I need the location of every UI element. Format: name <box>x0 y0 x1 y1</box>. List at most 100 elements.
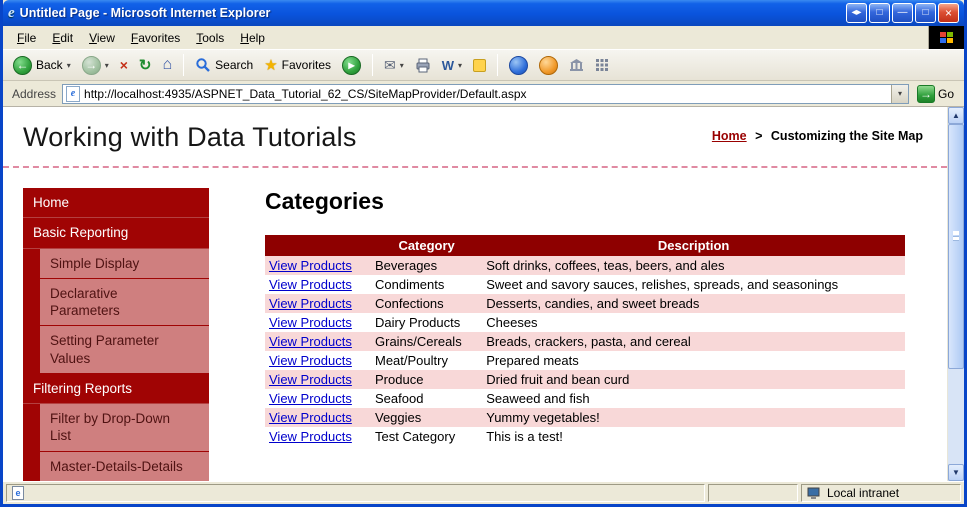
breadcrumb-home-link[interactable]: Home <box>712 129 747 143</box>
view-products-link[interactable]: View Products <box>269 315 352 330</box>
search-button[interactable]: Search <box>191 55 257 75</box>
research-icon <box>539 55 559 75</box>
description-cell: Soft drinks, coffees, teas, beers, and a… <box>486 258 725 273</box>
toolbar-separator <box>183 54 185 76</box>
back-button[interactable]: ← Back ▾ <box>9 54 75 77</box>
menu-item[interactable]: File <box>9 28 44 48</box>
sidebar-item[interactable]: Master-Details-Details <box>40 451 209 481</box>
description-cell: Sweet and savory sauces, relishes, sprea… <box>486 277 839 292</box>
view-products-link[interactable]: View Products <box>269 372 352 387</box>
refresh-button[interactable]: ↻ <box>135 54 156 76</box>
favorites-label: Favorites <box>281 58 331 72</box>
favorites-button[interactable]: ★ Favorites <box>260 54 335 76</box>
menu-item[interactable]: View <box>81 28 123 48</box>
vertical-scrollbar[interactable]: ▲ ▼ <box>947 107 964 481</box>
back-label: Back <box>36 58 63 72</box>
grid-button[interactable] <box>591 56 613 74</box>
discuss-button[interactable] <box>469 57 490 74</box>
sidebar-item[interactable]: Declarative Parameters <box>40 278 209 327</box>
menubar: File Edit View Favorites Tools Help <box>3 26 964 50</box>
link-cell: View Products <box>265 389 371 408</box>
ie-logo-icon: e <box>8 4 15 21</box>
status-message-section: e <box>6 484 705 502</box>
categories-table-head: Category Description <box>265 235 905 256</box>
titlebar-window-button[interactable]: □ <box>869 3 890 23</box>
table-row: View Products Grains/Cereals Breads, cra… <box>265 332 905 351</box>
research-button[interactable] <box>535 54 562 77</box>
description-cell: Cheeses <box>486 315 538 330</box>
sidebar-item[interactable]: Setting Parameter Values <box>40 326 209 374</box>
table-row: View Products Veggies Yummy vegetables! <box>265 408 905 427</box>
discuss-icon <box>473 58 487 72</box>
maximize-button[interactable]: □ <box>915 3 936 23</box>
view-products-link[interactable]: View Products <box>269 277 352 292</box>
address-dropdown-button[interactable]: ▾ <box>890 84 908 103</box>
media-button[interactable]: ▸ <box>338 54 365 77</box>
category-cell: Test Category <box>375 429 456 444</box>
link-cell: View Products <box>265 408 371 427</box>
link-cell: View Products <box>265 294 371 313</box>
sites-button[interactable] <box>565 56 588 74</box>
minimize-button[interactable]: — <box>892 3 913 23</box>
home-button[interactable]: ⌂ <box>158 54 176 76</box>
description-cell: Prepared meats <box>486 353 579 368</box>
menu-item[interactable]: Favorites <box>123 28 188 48</box>
category-cell: Grains/Cereals <box>375 334 462 349</box>
header-row: Category Description <box>265 235 905 256</box>
messenger-button[interactable] <box>505 54 532 77</box>
mail-button[interactable]: ✉ ▾ <box>380 55 408 76</box>
svg-text:e: e <box>15 488 20 498</box>
view-products-link[interactable]: View Products <box>269 410 352 425</box>
close-button[interactable]: × <box>938 3 959 23</box>
window-title: Untitled Page - Microsoft Internet Explo… <box>19 6 271 20</box>
category-cell: Produce <box>375 372 424 387</box>
view-products-link[interactable]: View Products <box>269 296 352 311</box>
table-row: View Products Beverages Soft drinks, cof… <box>265 256 905 275</box>
sidebar-item[interactable]: Filter by Drop-Down List <box>40 404 209 452</box>
address-input[interactable] <box>84 84 887 103</box>
titlebar-buttons: ◂▸ □ — □ × <box>846 3 959 23</box>
description-cell: Yummy vegetables! <box>486 410 600 425</box>
edit-button[interactable]: W ▾ <box>438 56 466 75</box>
table-header-cell <box>265 235 371 256</box>
link-cell: View Products <box>265 351 371 370</box>
breadcrumb-current: Customizing the Site Map <box>770 129 923 143</box>
titlebar-arrows-button[interactable]: ◂▸ <box>846 3 867 23</box>
link-cell: View Products <box>265 370 371 389</box>
table-row: View Products Produce Dried fruit and be… <box>265 370 905 389</box>
page-title: Categories <box>265 188 384 214</box>
back-icon: ← <box>13 55 32 75</box>
status-progress-section <box>708 484 798 502</box>
description-cell: Seaweed and fish <box>486 391 590 406</box>
sidebar-item[interactable]: Simple Display <box>40 248 209 279</box>
sidebar-item[interactable]: Basic Reporting <box>23 218 209 249</box>
forward-button[interactable]: → ▾ <box>78 54 113 77</box>
menu-item[interactable]: Edit <box>44 28 81 48</box>
menu-item[interactable]: Help <box>232 28 273 48</box>
scrollbar-track[interactable] <box>948 124 964 464</box>
scroll-down-button[interactable]: ▼ <box>948 464 964 481</box>
edit-dropdown-icon: ▾ <box>458 60 463 70</box>
security-zone-label: Local intranet <box>827 486 900 500</box>
view-products-link[interactable]: View Products <box>269 334 352 349</box>
stop-button[interactable]: × <box>116 55 132 75</box>
titlebar[interactable]: e Untitled Page - Microsoft Internet Exp… <box>3 0 964 26</box>
menu-item[interactable]: Tools <box>188 28 232 48</box>
scroll-up-button[interactable]: ▲ <box>948 107 964 124</box>
back-dropdown-icon: ▾ <box>66 60 71 70</box>
browser-viewport: Working with Data Tutorials Home > Custo… <box>3 107 964 481</box>
view-products-link[interactable]: View Products <box>269 353 352 368</box>
print-button[interactable] <box>411 55 435 75</box>
sidebar-item[interactable]: Filtering Reports <box>23 374 209 405</box>
sidebar-nav: Home Basic Reporting Simple Display Decl… <box>23 188 209 481</box>
category-cell: Seafood <box>375 391 424 406</box>
go-button[interactable]: → Go <box>915 84 959 104</box>
view-products-link[interactable]: View Products <box>269 429 352 444</box>
view-products-link[interactable]: View Products <box>269 391 352 406</box>
scrollbar-thumb[interactable] <box>948 124 964 369</box>
sidebar-item[interactable]: Home <box>23 188 209 219</box>
table-row: View Products Confections Desserts, cand… <box>265 294 905 313</box>
description-cell: Desserts, candies, and sweet breads <box>486 296 700 311</box>
category-cell: Veggies <box>375 410 422 425</box>
view-products-link[interactable]: View Products <box>269 258 352 273</box>
